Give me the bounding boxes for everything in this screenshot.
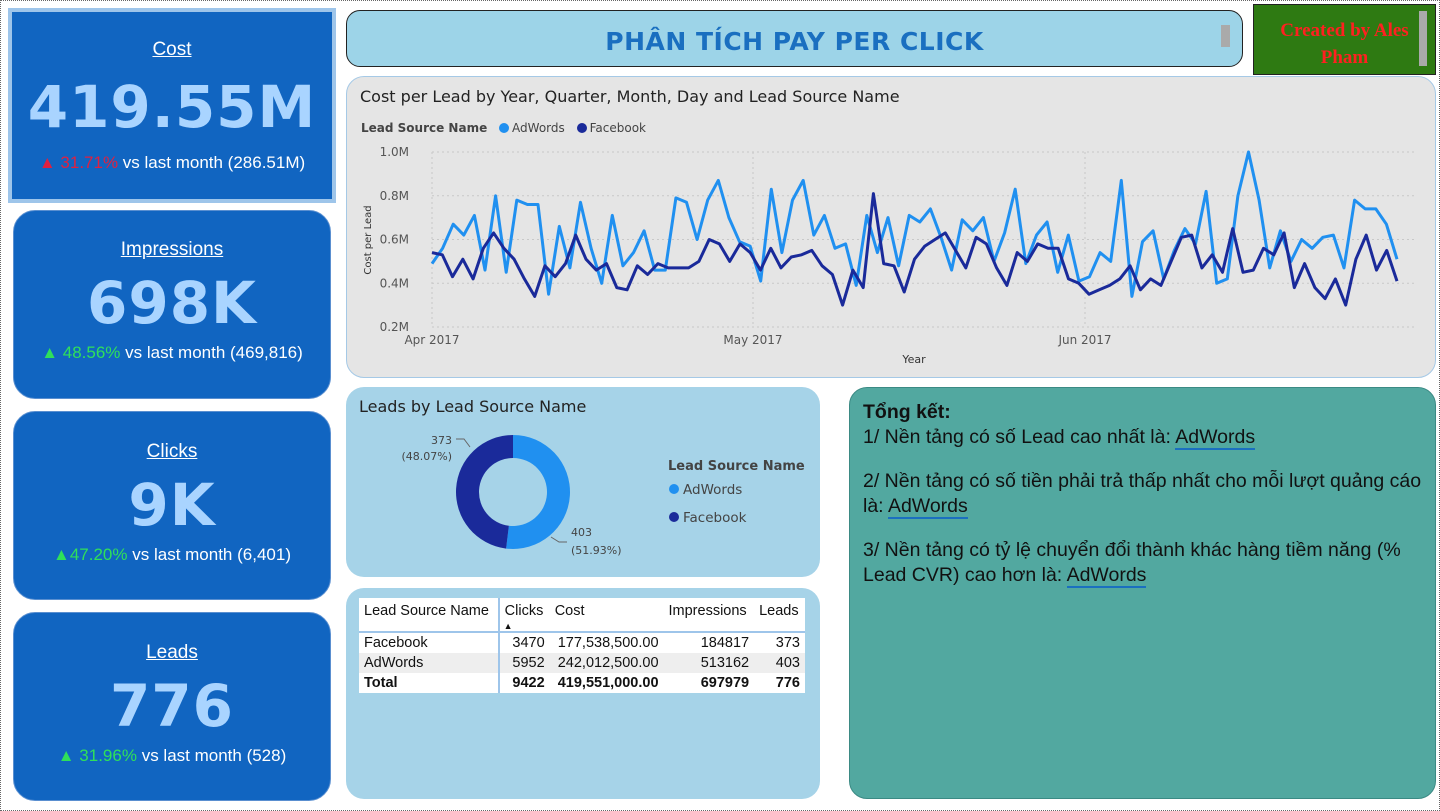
series-line-facebook [431, 192, 1399, 307]
legend-title: Lead Source Name [668, 459, 805, 474]
up-arrow-icon: ▲ [38, 153, 56, 172]
kpi-delta-text: vs last month (528) [136, 746, 287, 765]
donut-label-pct: (48.07%) [401, 450, 452, 463]
kpi-delta: ▲ 31.71% vs last month (286.51M) [12, 153, 332, 173]
kpi-value: 698K [86, 269, 257, 337]
table-total-row: Total 9422 419,551,000.00 697979 776 [359, 673, 805, 693]
x-tick-label: Apr 2017 [404, 333, 459, 347]
y-tick-label: 0.8M [380, 189, 409, 203]
table-cell: 9422 [497, 673, 550, 693]
kpi-delta-text: vs last month (6,401) [127, 545, 291, 564]
dashboard: Cost 419.55M ▲ 31.71% vs last month (286… [0, 0, 1440, 811]
column-header[interactable]: Leads [754, 598, 805, 633]
kpi-title: Clicks [146, 441, 198, 462]
table-cell: 5952 [497, 653, 550, 673]
data-table[interactable]: Lead Source Name Clicks ▲ Cost Impression… [359, 598, 805, 693]
donut-leader-line [456, 438, 471, 448]
kpi-card-impressions[interactable]: Impressions 698K ▲ 48.56% vs last month … [13, 210, 331, 399]
summary-link-2[interactable]: AdWords [887, 494, 968, 519]
table-cell: AdWords [359, 653, 499, 673]
y-tick-label: 0.6M [380, 233, 409, 247]
summary-text: Tổng kết: 1/ Nền tảng có số Lead cao nhấ… [863, 400, 1433, 607]
table-cell: 3470 [497, 632, 550, 653]
scrollbar[interactable] [1221, 25, 1230, 47]
column-header[interactable]: Clicks ▲ [497, 598, 550, 633]
credit-box: Created by Ales Pham [1253, 4, 1436, 75]
legend-dot-icon [669, 512, 679, 522]
kpi-delta-text: vs last month (469,816) [120, 343, 303, 362]
up-arrow-icon: ▲ [57, 746, 75, 765]
table-panel: Lead Source Name Clicks ▲ Cost Impression… [346, 588, 820, 799]
report-title-bar: PHÂN TÍCH PAY PER CLICK [346, 10, 1243, 67]
kpi-delta-text: vs last month (286.51M) [118, 153, 306, 172]
y-tick-label: 0.2M [380, 320, 409, 334]
donut-chart-panel[interactable]: Leads by Lead Source Name 373 (48.07%) 403… [346, 387, 820, 577]
kpi-delta-pct: 31.96% [79, 746, 137, 765]
kpi-card-cost[interactable]: Cost 419.55M ▲ 31.71% vs last month (286… [8, 8, 336, 203]
summary-link-3[interactable]: AdWords [1066, 563, 1147, 588]
kpi-value: 776 [109, 672, 235, 740]
table-cell: 242,012,500.00 [549, 653, 664, 673]
line-chart-panel[interactable]: Cost per Lead by Year, Quarter, Month, D… [346, 76, 1436, 378]
kpi-delta: ▲47.20% vs last month (6,401) [14, 545, 330, 565]
x-tick-label: Jun 2017 [1057, 333, 1111, 347]
summary-panel: Tổng kết: 1/ Nền tảng có số Lead cao nhấ… [849, 387, 1436, 799]
donut-label-value: 373 [431, 434, 452, 447]
kpi-delta-pct: 31.71% [60, 153, 119, 172]
table-cell: 177,538,500.00 [557, 635, 659, 651]
table-cell: Facebook [364, 635, 428, 651]
kpi-delta-pct: 48.56% [62, 343, 121, 362]
series-line-adwords [430, 150, 1399, 298]
donut-slice-facebook [456, 435, 513, 549]
donut-chart-svg[interactable]: 373 (48.07%) 403 (51.93%) Lead Source Name Ad… [346, 387, 820, 577]
kpi-delta: ▲ 48.56% vs last month (469,816) [14, 343, 330, 363]
kpi-delta: ▲ 31.96% vs last month (528) [14, 746, 330, 766]
donut-label-value: 403 [571, 526, 592, 539]
table-cell: 373 [775, 635, 800, 651]
kpi-value: 419.55M [27, 73, 317, 141]
table-cell: 513162 [663, 653, 755, 673]
table-row[interactable]: Facebook 3470 177,538,500.00 184817 373 [359, 632, 805, 653]
kpi-card-clicks[interactable]: Clicks 9K ▲47.20% vs last month (6,401) [13, 411, 331, 600]
table-cell: Total [364, 675, 398, 691]
table-header-row: Lead Source Name Clicks ▲ Cost Impression… [359, 598, 805, 633]
kpi-delta-pct: 47.20% [69, 545, 128, 564]
x-tick-label: May 2017 [723, 333, 782, 347]
column-header[interactable]: Cost [549, 598, 664, 633]
summary-link-1[interactable]: AdWords [1175, 425, 1256, 450]
table-row[interactable]: AdWords 5952 242,012,500.00 513162 403 [359, 653, 805, 673]
up-arrow-icon: ▲ [41, 343, 59, 362]
kpi-title: Leads [146, 642, 198, 663]
y-tick-label: 0.4M [380, 276, 409, 290]
y-axis-title: Cost per Lead [363, 205, 374, 274]
up-arrow-icon: ▲ [53, 545, 70, 564]
x-axis-title: Year [901, 353, 926, 366]
kpi-card-leads[interactable]: Leads 776 ▲ 31.96% vs last month (528) [13, 612, 331, 801]
table-cell: 184817 [700, 635, 750, 651]
table-cell: 419,551,000.00 [557, 675, 659, 691]
table-cell: 776 [775, 675, 800, 691]
credit-text: Created by Ales Pham [1280, 20, 1409, 68]
scrollbar[interactable] [1419, 11, 1427, 66]
y-tick-label: 1.0M [380, 145, 409, 159]
sort-arrow-icon[interactable]: ▲ [504, 621, 513, 631]
summary-heading: Tổng kết: [863, 401, 951, 423]
line-chart-svg[interactable]: 0.2M 0.4M 0.6M 0.8M 1.0M Apr 2017 May 2017 Jun … [347, 77, 1437, 379]
kpi-title: Impressions [120, 239, 224, 260]
column-header[interactable]: Lead Source Name [359, 598, 499, 633]
legend-item-adwords: AdWords [683, 482, 742, 498]
donut-slice-adwords [506, 435, 571, 549]
legend-item-facebook: Facebook [683, 510, 747, 526]
kpi-value: 9K [128, 471, 216, 539]
kpi-title: Cost [152, 39, 192, 60]
table-cell: 697979 [700, 675, 750, 691]
column-header[interactable]: Impressions [663, 598, 755, 633]
summary-point-1: 1/ Nền tảng có số Lead cao nhất là: [863, 425, 1176, 448]
table-cell: 403 [754, 653, 805, 673]
donut-leader-line [550, 536, 567, 543]
report-title: PHÂN TÍCH PAY PER CLICK [605, 27, 984, 56]
donut-label-pct: (51.93%) [571, 544, 622, 557]
legend-dot-icon [669, 484, 679, 494]
